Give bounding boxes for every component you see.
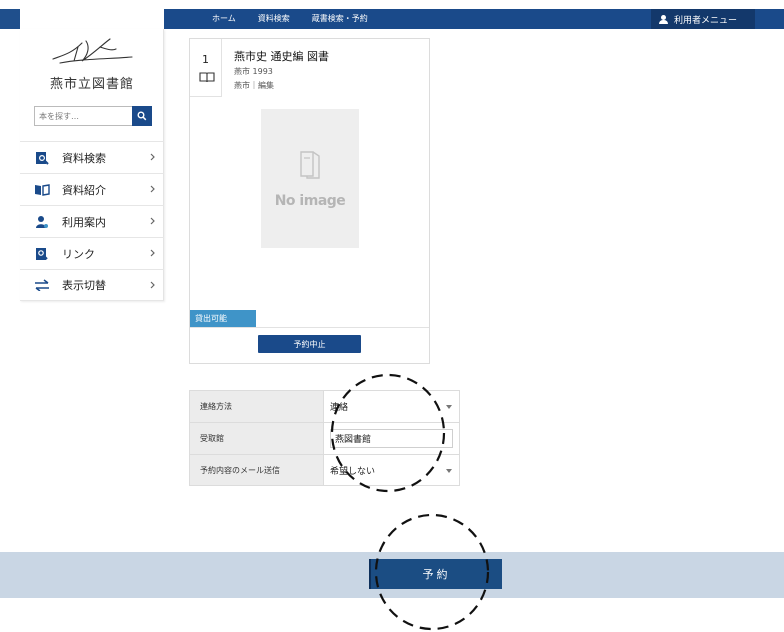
contact-method-select[interactable]: 連絡 — [324, 391, 459, 422]
sidebar-item-label: 資料紹介 — [62, 183, 106, 197]
pickup-library-input[interactable]: 燕図書館 — [330, 429, 453, 448]
sidebar-menu: 資料検索 資料紹介 利用案内 リンク 表示切替 — [20, 141, 164, 301]
library-logo — [52, 38, 133, 64]
cancel-reservation-button[interactable]: 予約中止 — [258, 335, 361, 353]
form-label: 予約内容のメール送信 — [190, 455, 324, 485]
search-icon — [137, 111, 147, 121]
sidebar-item-material-intro[interactable]: 資料紹介 — [20, 173, 164, 205]
link-doc-icon — [34, 247, 50, 261]
select-value: 希望しない — [330, 466, 376, 477]
book-placeholder-icon — [300, 151, 320, 179]
book-number-column: 1 — [190, 39, 222, 97]
search-box — [34, 106, 152, 126]
book-card: 1 燕市史 通史編 図書 燕市 1993 燕市｜編集 No image 貸出可能… — [189, 38, 430, 364]
form-row-contact-method: 連絡方法 連絡 — [189, 390, 460, 422]
reservation-form: 連絡方法 連絡 受取館 燕図書館 予約内容のメール送信 希望しない — [189, 390, 460, 486]
sidebar-item-display-toggle[interactable]: 表示切替 — [20, 269, 164, 301]
no-image-text: No image — [274, 193, 346, 209]
sidebar: 燕市立図書館 資料検索 資料紹介 — [20, 29, 164, 301]
user-guide-icon — [34, 215, 50, 229]
sidebar-item-label: 利用案内 — [62, 215, 106, 229]
book-author: 燕市｜編集 — [234, 81, 274, 90]
status-badge: 貸出可能 — [190, 310, 256, 327]
user-menu-label: 利用者メニュー — [674, 15, 738, 26]
sidebar-item-material-search[interactable]: 資料検索 — [20, 141, 164, 173]
book-publisher-year: 燕市 1993 — [234, 67, 273, 76]
library-name: 燕市立図書館 — [49, 77, 134, 92]
breadcrumb-home[interactable]: ホーム — [212, 13, 236, 24]
chevron-right-icon — [150, 153, 155, 161]
search-input[interactable] — [34, 106, 132, 126]
form-row-email-notify: 予約内容のメール送信 希望しない — [189, 454, 460, 486]
user-icon — [659, 14, 668, 24]
open-book-icon — [34, 183, 50, 197]
dropdown-caret-icon — [446, 405, 452, 409]
reserve-button[interactable]: 予約 — [369, 559, 502, 589]
breadcrumb-material-search[interactable]: 資料検索 — [258, 13, 290, 24]
sidebar-item-label: 資料検索 — [62, 151, 106, 165]
form-label: 受取館 — [190, 423, 324, 454]
dropdown-caret-icon — [446, 469, 452, 473]
select-value: 連絡 — [330, 403, 349, 413]
top-bar-main: ホーム 資料検索 蔵書検索・予約 利用者メニュー — [164, 9, 784, 29]
book-icon — [199, 72, 215, 83]
sidebar-item-usage-guide[interactable]: 利用案内 — [20, 205, 164, 237]
form-label: 連絡方法 — [190, 391, 324, 422]
search-doc-icon — [34, 151, 50, 165]
user-menu-button[interactable]: 利用者メニュー — [651, 9, 755, 29]
top-bar-edge — [0, 9, 20, 29]
sidebar-item-links[interactable]: リンク — [20, 237, 164, 269]
sidebar-item-label: 表示切替 — [62, 279, 106, 292]
chevron-right-icon — [150, 281, 155, 289]
email-notify-select[interactable]: 希望しない — [324, 455, 459, 485]
chevron-right-icon — [150, 249, 155, 257]
book-title[interactable]: 燕市史 通史編 図書 — [234, 48, 329, 64]
swap-arrows-icon — [34, 278, 50, 292]
top-nav-bar: ホーム 資料検索 蔵書検索・予約 利用者メニュー — [0, 9, 784, 29]
form-row-pickup-library: 受取館 燕図書館 — [189, 422, 460, 454]
card-divider — [190, 327, 429, 328]
chevron-right-icon — [150, 217, 155, 225]
book-number: 1 — [202, 53, 209, 66]
sidebar-item-label: リンク — [62, 247, 95, 261]
breadcrumb: ホーム 資料検索 蔵書検索・予約 — [212, 13, 368, 24]
bottom-action-bar: 予約 — [0, 552, 784, 598]
breadcrumb-current: 蔵書検索・予約 — [311, 14, 368, 23]
no-image-placeholder: No image — [261, 109, 359, 248]
search-button[interactable] — [132, 106, 152, 126]
pickup-library-field: 燕図書館 — [324, 423, 459, 454]
chevron-right-icon — [150, 185, 155, 193]
